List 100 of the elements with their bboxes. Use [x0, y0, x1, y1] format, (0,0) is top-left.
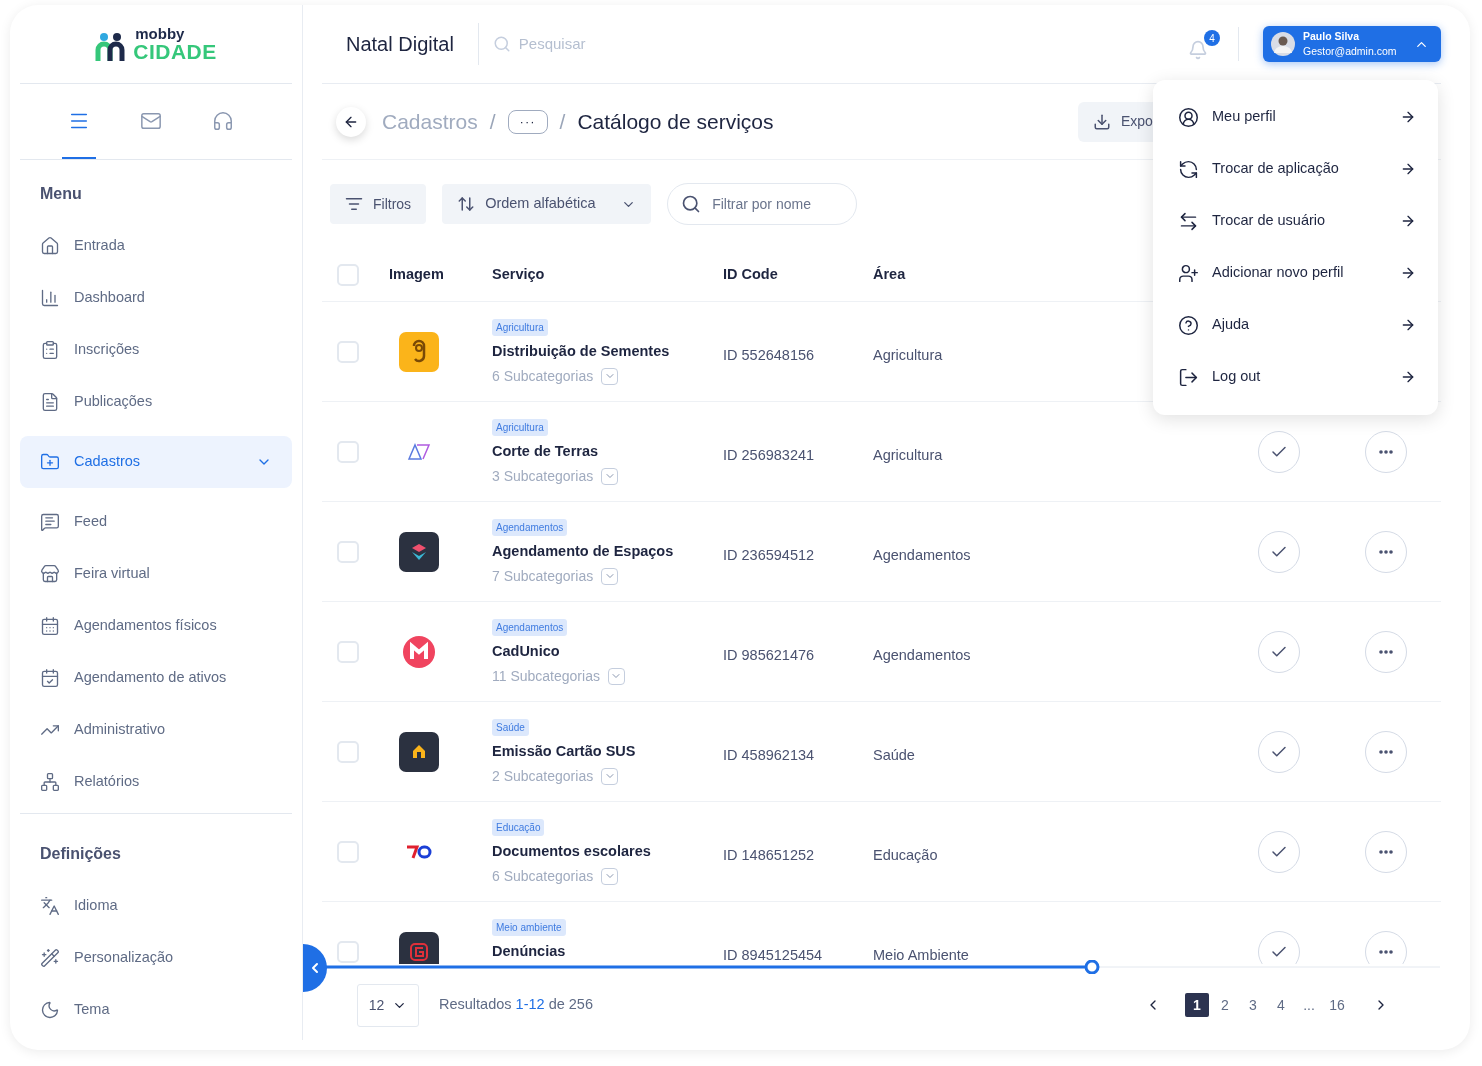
back-button[interactable] [336, 106, 366, 137]
table-cell: Agendamentos [873, 547, 971, 563]
subcategory-count: 11 Subcategorias [492, 666, 600, 686]
expand-button[interactable] [607, 667, 625, 685]
notification-button[interactable]: 4 [1186, 30, 1220, 64]
page-button[interactable]: 16 [1325, 993, 1349, 1017]
sidebar-item[interactable]: Personalização [20, 932, 292, 984]
checkbox[interactable] [337, 741, 359, 763]
collapse-sidebar-button[interactable] [303, 944, 327, 992]
arrow-right-icon [1400, 161, 1416, 177]
user-email: Gestor@admin.com [1303, 44, 1398, 59]
checkbox[interactable] [337, 341, 359, 363]
sidebar-item[interactable]: Feira virtual [20, 548, 292, 600]
sidebar-item[interactable]: Tema [20, 984, 292, 1036]
subcategory-count: 2 Subcategorias [492, 766, 594, 786]
service-name: CadUnico [492, 642, 560, 661]
logo-wordmark: CIDADE [133, 41, 217, 62]
export-button[interactable]: Expo [1078, 101, 1154, 142]
filter-name-field[interactable]: Filtrar por nome [667, 183, 858, 225]
page-button[interactable]: ... [1297, 993, 1321, 1017]
document-icon [40, 392, 60, 412]
service-name: Distribuição de Sementes [492, 342, 670, 361]
expand-button[interactable] [601, 767, 619, 785]
category-tag: Meio ambiente [492, 919, 566, 936]
checkbox[interactable] [337, 263, 359, 286]
menu-item[interactable]: Meu perfil [1153, 91, 1438, 143]
search-field[interactable]: Pesquisar [518, 32, 759, 56]
sidebar-item[interactable]: Cadastros [20, 436, 292, 488]
swap-arrows-icon [1178, 210, 1199, 232]
sidebar-item[interactable]: Publicações [20, 376, 292, 428]
table-cell: ID 458962134 [723, 747, 815, 763]
download-icon [1093, 112, 1111, 131]
category-tag: Saúde [492, 719, 529, 736]
sidebar-item[interactable]: Administrativo [20, 704, 292, 756]
service-logo [399, 932, 439, 964]
arrow-right-icon [1400, 109, 1416, 125]
user-plus-icon [1178, 262, 1199, 284]
more-icon [1379, 850, 1393, 854]
service-logo [399, 332, 439, 372]
table-cell: Educação [873, 847, 938, 863]
filters-button[interactable]: Filtros [330, 184, 427, 224]
table-cell: ID 552648156 [723, 347, 815, 363]
more-icon [1379, 450, 1393, 454]
expand-button[interactable] [601, 467, 619, 485]
sidebar-item[interactable]: Feed [20, 496, 292, 548]
page-button[interactable]: 1 [1185, 993, 1209, 1017]
service-name: Denúncias [492, 942, 566, 961]
page-button[interactable]: 4 [1269, 993, 1293, 1017]
help-icon [1178, 314, 1199, 336]
house-icon [40, 236, 60, 256]
breadcrumb-more-button[interactable]: ··· [507, 109, 548, 134]
sidebar-item[interactable]: Idioma [20, 880, 292, 932]
sort-dropdown[interactable]: Ordem alfabética [442, 184, 652, 224]
user-menu-button[interactable]: Paulo Silva Gestor@admin.com [1263, 26, 1441, 62]
sidebar-item[interactable]: Inscrições [20, 324, 292, 376]
calendar-icon [40, 616, 60, 636]
page-title: Catálogo de serviços [577, 108, 774, 135]
table-cell: Saúde [873, 747, 915, 763]
calendar-check-icon [40, 668, 60, 688]
sidebar-item[interactable]: Dashboard [20, 272, 292, 324]
sidebar-item[interactable]: Relatórios [20, 756, 292, 808]
checkbox[interactable] [337, 941, 359, 963]
menu-item[interactable]: Trocar de usuário [1153, 195, 1438, 247]
search-icon [492, 35, 511, 53]
more-icon [1379, 950, 1393, 954]
menu-item[interactable]: Log out [1153, 351, 1438, 403]
menu-item[interactable]: Ajuda [1153, 299, 1438, 351]
expand-button[interactable] [601, 367, 619, 385]
column-header: Imagem [389, 264, 445, 284]
sidebar-item[interactable]: Entrada [20, 220, 292, 272]
service-logo [399, 732, 439, 772]
column-header: Área [873, 264, 907, 284]
checkbox[interactable] [337, 541, 359, 563]
page-button[interactable]: 2 [1213, 993, 1237, 1017]
page-button[interactable]: 3 [1241, 993, 1265, 1017]
clipboard-icon [40, 340, 60, 360]
filter-icon [345, 195, 363, 213]
checkbox[interactable] [337, 841, 359, 863]
sidebar-item[interactable]: Agendamentos físicos [20, 600, 292, 652]
logout-icon [1178, 366, 1199, 388]
breadcrumb-separator: / [559, 108, 566, 135]
more-icon [1379, 750, 1393, 754]
page-size-select[interactable]: 12 [357, 983, 419, 1027]
table-cell: Agendamentos [873, 647, 971, 663]
table-cell: ID 8945125454 [723, 947, 823, 963]
menu-item[interactable]: Adicionar novo perfil [1153, 247, 1438, 299]
folder-plus-icon [40, 452, 60, 472]
app-title: Natal Digital [346, 32, 455, 57]
table-cell: Agricultura [873, 347, 943, 363]
service-logo [399, 532, 439, 572]
service-name: Documentos escolares [492, 842, 651, 861]
expand-button[interactable] [601, 567, 619, 585]
checkbox[interactable] [337, 441, 359, 463]
menu-item[interactable]: Trocar de aplicação [1153, 143, 1438, 195]
checkbox[interactable] [337, 641, 359, 663]
expand-button[interactable] [601, 867, 619, 885]
table-cell: ID 148651252 [723, 847, 815, 863]
subcategory-count: 6 Subcategorias [492, 866, 594, 886]
search-icon [681, 194, 702, 214]
sidebar-item[interactable]: Agendamento de ativos [20, 652, 292, 704]
